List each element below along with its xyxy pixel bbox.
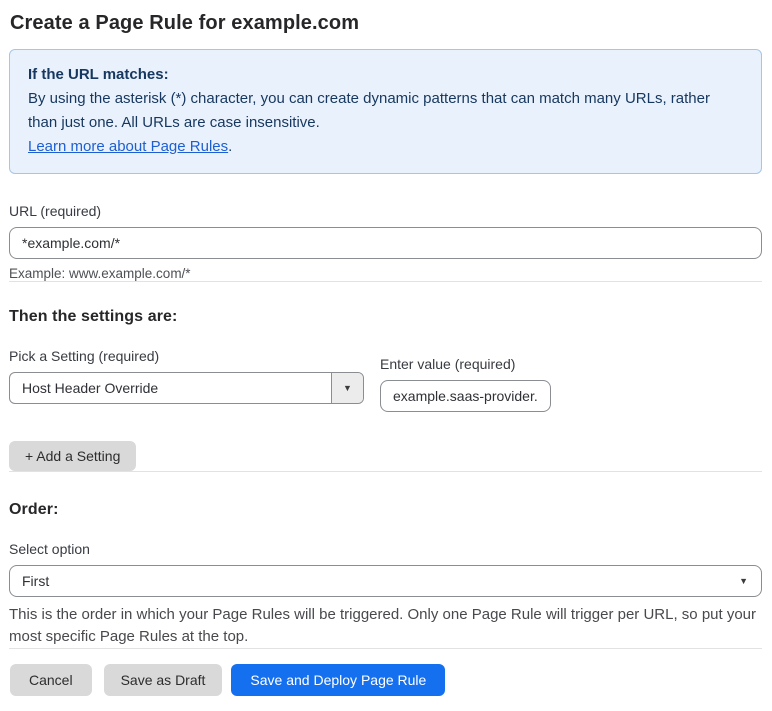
info-box-heading: If the URL matches: (28, 66, 169, 83)
chevron-down-icon[interactable]: ▼ (331, 373, 363, 403)
divider (9, 281, 762, 282)
url-hint: Example: www.example.com/* (9, 266, 191, 281)
pick-setting-label: Pick a Setting (required) (9, 348, 160, 364)
add-setting-button[interactable]: + Add a Setting (9, 441, 137, 471)
setting-select[interactable]: Host Header Override ▼ (9, 372, 364, 404)
settings-heading: Then the settings are: (9, 308, 178, 325)
form-actions: Cancel Save as Draft Save and Deploy Pag… (9, 664, 762, 696)
settings-row: Pick a Setting (required) Host Header Ov… (9, 348, 762, 412)
url-label: URL (required) (9, 203, 102, 219)
url-section: URL (required) Example: www.example.com/… (9, 203, 762, 281)
create-page-rule-form: Create a Page Rule for example.com If th… (0, 0, 772, 696)
info-link-line: Learn more about Page Rules. (28, 135, 743, 159)
enter-value-col: Enter value (required) (380, 356, 551, 412)
order-heading: Order: (9, 501, 59, 518)
order-help-text: This is the order in which your Page Rul… (9, 606, 757, 645)
link-suffix: . (228, 138, 233, 155)
setting-select-value: Host Header Override (22, 380, 159, 396)
settings-section: Then the settings are: Pick a Setting (r… (9, 308, 762, 471)
order-select-value: First (22, 573, 50, 589)
chevron-down-icon: ▼ (739, 576, 748, 586)
enter-value-label: Enter value (required) (380, 356, 516, 372)
pick-setting-col: Pick a Setting (required) Host Header Ov… (9, 348, 364, 412)
save-and-deploy-button[interactable]: Save and Deploy Page Rule (231, 664, 446, 696)
cancel-button[interactable]: Cancel (10, 664, 92, 696)
setting-value-input[interactable] (380, 380, 551, 412)
page-title: Create a Page Rule for example.com (10, 12, 360, 34)
divider (9, 648, 762, 649)
info-box-body: By using the asterisk (*) character, you… (28, 90, 710, 131)
order-select[interactable]: First ▼ (9, 565, 762, 597)
url-input[interactable] (9, 227, 762, 259)
order-section: Order: Select option First ▼ This is the… (9, 501, 762, 648)
url-match-info-box: If the URL matches: By using the asteris… (9, 49, 762, 174)
learn-more-link[interactable]: Learn more about Page Rules (28, 138, 228, 155)
order-select-label: Select option (9, 541, 90, 557)
divider (9, 471, 762, 472)
save-as-draft-button[interactable]: Save as Draft (103, 664, 223, 696)
